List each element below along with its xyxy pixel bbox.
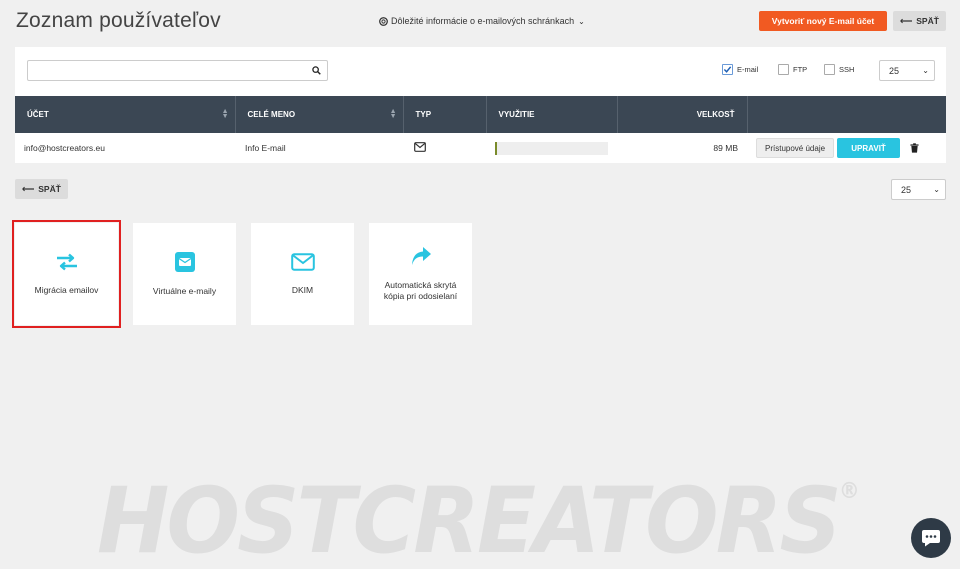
column-account-label: ÚČET xyxy=(27,110,49,119)
search-icon[interactable] xyxy=(312,66,321,75)
accounts-panel: E-mail FTP SSH 25 ⌄ ÚČET ▲ ▼ CELÉ MENO ▲ ▼ T… xyxy=(15,47,946,163)
watermark-text: HOSTCREATORS xyxy=(97,469,842,569)
tile-label: DKIM xyxy=(291,284,314,295)
trash-icon[interactable] xyxy=(910,143,919,153)
transfer-arrows-icon xyxy=(56,253,77,270)
column-size-label: VELKOSŤ xyxy=(696,110,735,119)
important-info-label: Dôležité informácie o e-mailových schrán… xyxy=(391,16,575,26)
ssh-filter-label: SSH xyxy=(839,65,855,74)
column-actions xyxy=(747,96,946,133)
ssh-checkbox[interactable] xyxy=(824,64,835,75)
type-cell xyxy=(403,133,486,163)
sort-icon: ▲ ▼ xyxy=(389,108,397,120)
ftp-checkbox[interactable] xyxy=(778,64,789,75)
back-button-label: SPÄŤ xyxy=(916,16,939,26)
usage-cell xyxy=(486,133,617,163)
column-usage-label: VYUŽITIE xyxy=(498,110,535,119)
table-row: info@hostcreators.eu Info E-mail 89 MB P… xyxy=(15,133,946,163)
create-email-account-button[interactable]: Vytvoriť nový E-mail účet xyxy=(759,11,887,31)
chevron-down-icon: ⌄ xyxy=(578,16,585,26)
filter-ssh[interactable]: SSH xyxy=(824,64,854,75)
account-cell: info@hostcreators.eu xyxy=(24,143,105,153)
envelope-icon xyxy=(414,142,426,152)
tile-dkim[interactable]: DKIM xyxy=(251,223,354,325)
sort-icon: ▲ ▼ xyxy=(221,108,229,120)
per-page-select-top[interactable]: 25 ⌄ xyxy=(879,60,935,81)
tile-email-migration[interactable]: Migrácia emailov xyxy=(12,220,121,328)
accounts-table: ÚČET ▲ ▼ CELÉ MENO ▲ ▼ TYP VYUŽITIE VELKOSŤ … xyxy=(15,96,946,163)
page-title: Zoznam používateľov xyxy=(16,9,221,32)
back-button-top[interactable]: ⟵ SPÄŤ xyxy=(893,11,946,31)
registered-mark-icon: ® xyxy=(838,479,860,504)
tile-label: Automatická skrytá kópia pri odosielaní xyxy=(383,280,458,301)
search-input[interactable] xyxy=(28,61,298,81)
tile-label: Virtuálne e-maily xyxy=(152,285,217,296)
back-button-bottom[interactable]: ⟵ SPÄŤ xyxy=(15,179,68,199)
column-account[interactable]: ÚČET ▲ ▼ xyxy=(15,96,236,133)
tile-label: Migrácia emailov xyxy=(34,284,99,295)
envelope-outline-icon xyxy=(290,252,315,271)
per-page-select-bottom[interactable]: 25 ⌄ xyxy=(891,179,946,200)
envelope-square-icon xyxy=(174,251,195,272)
per-page-value: 25 xyxy=(901,184,912,195)
important-info-link[interactable]: Dôležité informácie o e-mailových schrán… xyxy=(379,16,585,26)
email-tools-tiles: Migrácia emailov Virtuálne e-maily DKIM … xyxy=(12,220,472,328)
chevron-down-icon: ⌄ xyxy=(922,66,929,75)
check-icon xyxy=(723,66,732,73)
lifebuoy-icon xyxy=(379,16,388,26)
per-page-value: 25 xyxy=(889,65,900,76)
ftp-filter-label: FTP xyxy=(793,65,808,74)
filter-ftp[interactable]: FTP xyxy=(778,64,807,75)
size-cell: 89 MB xyxy=(713,143,738,153)
arrow-left-icon: ⟵ xyxy=(22,183,35,194)
table-header-row: ÚČET ▲ ▼ CELÉ MENO ▲ ▼ TYP VYUŽITIE VELKOSŤ xyxy=(15,96,946,133)
arrow-left-icon: ⟵ xyxy=(900,15,913,26)
access-details-button[interactable]: Prístupové údaje xyxy=(756,138,835,158)
chevron-down-icon: ⌄ xyxy=(933,185,940,194)
column-type-label: TYP xyxy=(415,110,432,119)
column-type: TYP xyxy=(403,96,487,133)
chat-bubble-icon xyxy=(922,530,940,547)
column-usage: VYUŽITIE xyxy=(486,96,618,133)
back-button-label: SPÄŤ xyxy=(38,184,61,194)
full-name-cell: Info E-mail xyxy=(245,143,286,153)
chat-button[interactable] xyxy=(911,518,951,558)
column-full-name-label: CELÉ MENO xyxy=(247,110,296,119)
column-full-name[interactable]: CELÉ MENO ▲ ▼ xyxy=(235,96,404,133)
search-box[interactable] xyxy=(27,60,328,81)
share-arrow-icon xyxy=(411,247,431,265)
tile-virtual-emails[interactable]: Virtuálne e-maily xyxy=(133,223,236,325)
filter-email[interactable]: E-mail xyxy=(722,64,758,75)
edit-button[interactable]: UPRAVIŤ xyxy=(837,138,901,158)
tile-auto-bcc[interactable]: Automatická skrytá kópia pri odosielaní xyxy=(369,223,472,325)
usage-progress-bar xyxy=(495,141,608,155)
column-size: VELKOSŤ xyxy=(617,96,748,133)
email-filter-label: E-mail xyxy=(737,65,759,74)
actions-cell: Prístupové údaje UPRAVIŤ xyxy=(747,133,946,163)
email-checkbox[interactable] xyxy=(722,64,733,75)
hostcreators-watermark-logo: HOSTCREATORS® xyxy=(97,469,860,569)
